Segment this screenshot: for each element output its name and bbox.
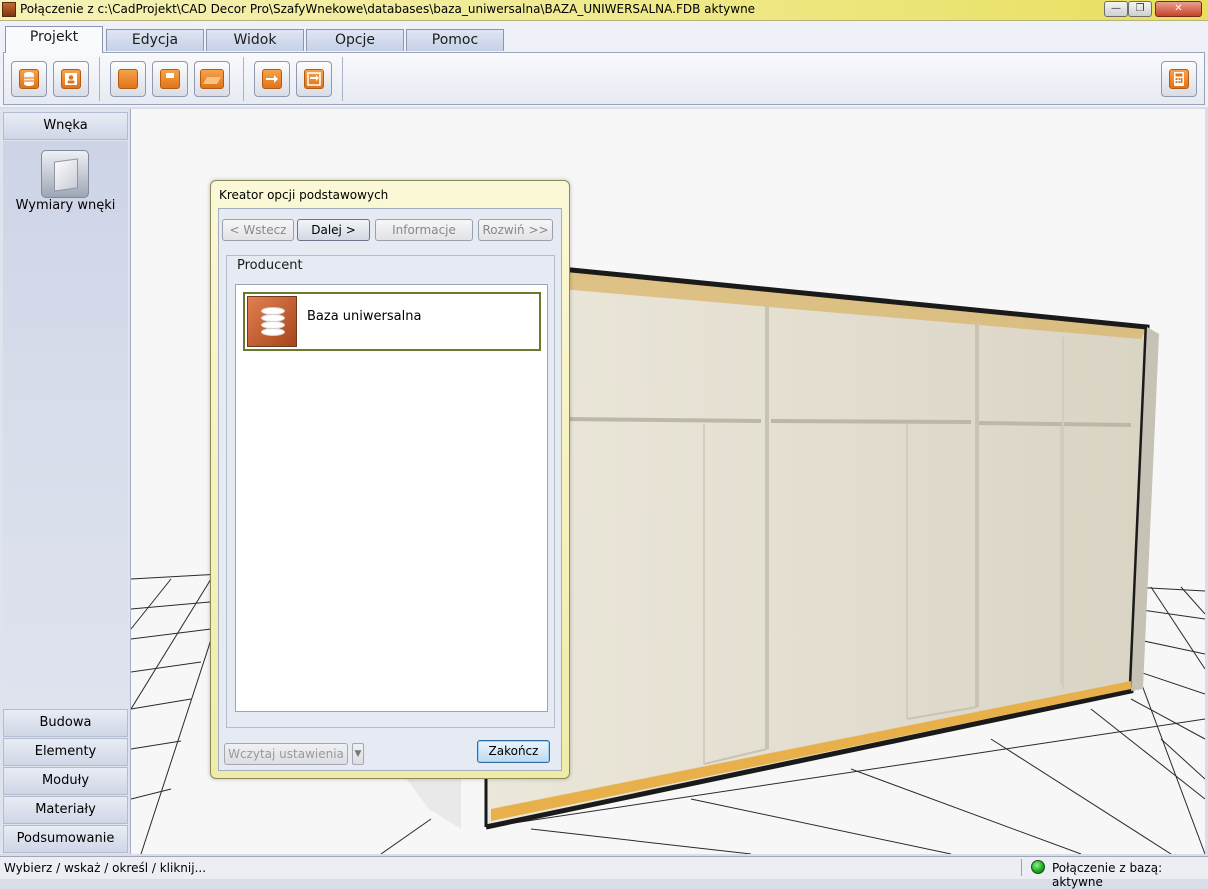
- group-label: Producent: [237, 258, 303, 273]
- tab-widok[interactable]: Widok: [206, 29, 304, 51]
- back-button[interactable]: < Wstecz: [222, 219, 294, 241]
- close-icon: ✕: [1174, 3, 1183, 14]
- export-button[interactable]: [254, 61, 290, 97]
- toolbar-separator: [243, 57, 244, 101]
- sidebar-section-budowa[interactable]: Budowa: [3, 709, 128, 737]
- expand-button[interactable]: Rozwiń >>: [478, 219, 553, 241]
- open-folder-icon: [200, 69, 224, 89]
- new-document-icon: [118, 69, 138, 89]
- status-bar: Wybierz / wskaż / określ / kliknij... Po…: [0, 856, 1208, 889]
- list-item-label: Baza uniwersalna: [307, 309, 422, 324]
- sidebar-items: Wymiary wnęki: [3, 141, 128, 707]
- calculator-button[interactable]: [1161, 61, 1197, 97]
- status-divider: [1021, 859, 1022, 876]
- connection-status-icon: [1031, 860, 1045, 874]
- ribbon-tabs: Projekt Edycja Widok Opcje Pomoc: [0, 21, 1208, 53]
- wizard-dialog: Kreator opcji podstawowych < Wstecz Dale…: [210, 180, 570, 779]
- import-export-icon: [304, 69, 324, 89]
- database-icon: [247, 296, 297, 347]
- sidebar-section-materialy[interactable]: Materiały: [3, 796, 128, 824]
- tab-opcje[interactable]: Opcje: [306, 29, 404, 51]
- minimize-icon: —: [1111, 3, 1121, 14]
- chevron-down-icon: ▼: [354, 749, 362, 759]
- next-button[interactable]: Dalej >: [297, 219, 370, 241]
- import-export-button[interactable]: [296, 61, 332, 97]
- toolbar-separator: [99, 57, 100, 101]
- sidebar-section-moduly[interactable]: Moduły: [3, 767, 128, 795]
- connection-status: Połączenie z bazą: aktywne: [1052, 861, 1163, 889]
- minimize-button[interactable]: —: [1104, 1, 1128, 17]
- sidebar: Wnęka Wymiary wnęki Budowa Elementy Modu…: [0, 109, 131, 854]
- finish-button[interactable]: Zakończ: [477, 740, 550, 763]
- sidebar-section-elementy[interactable]: Elementy: [3, 738, 128, 766]
- tab-projekt[interactable]: Projekt: [5, 26, 103, 53]
- status-hint: Wybierz / wskaż / określ / kliknij...: [4, 861, 207, 875]
- info-button[interactable]: Informacje: [375, 219, 473, 241]
- producer-group: Producent Baza uniwersalna: [226, 255, 555, 728]
- database-button[interactable]: [11, 61, 47, 97]
- calculator-icon: [1169, 69, 1189, 89]
- toolbar: [3, 52, 1205, 105]
- new-document-button[interactable]: [110, 61, 146, 97]
- title-bar: Połączenie z c:\CadProjekt\CAD Decor Pro…: [0, 0, 1208, 21]
- sidebar-item-wymiary-wneki[interactable]: Wymiary wnęki: [3, 198, 128, 213]
- producer-list[interactable]: Baza uniwersalna: [235, 284, 548, 712]
- tab-edycja[interactable]: Edycja: [106, 29, 204, 51]
- sidebar-section-wneka[interactable]: Wnęka: [3, 112, 128, 140]
- load-settings-button[interactable]: Wczytaj ustawienia: [224, 743, 348, 765]
- tab-pomoc[interactable]: Pomoc: [406, 29, 504, 51]
- ribbon: Projekt Edycja Widok Opcje Pomoc: [0, 21, 1208, 107]
- toolbar-separator: [342, 57, 343, 101]
- dialog-title: Kreator opcji podstawowych: [219, 188, 389, 202]
- save-button[interactable]: [152, 61, 188, 97]
- list-item[interactable]: Baza uniwersalna: [243, 292, 541, 351]
- load-settings-dropdown[interactable]: ▼: [352, 743, 364, 765]
- export-icon: [262, 69, 282, 89]
- app-icon: [2, 2, 16, 17]
- user-card-icon: [61, 69, 81, 89]
- maximize-button[interactable]: ❐: [1128, 1, 1152, 17]
- database-icon: [19, 69, 39, 89]
- sidebar-section-podsumowanie[interactable]: Podsumowanie: [3, 825, 128, 853]
- cabinet-icon[interactable]: [41, 150, 89, 198]
- save-icon: [160, 69, 180, 89]
- close-button[interactable]: ✕: [1155, 1, 1202, 17]
- open-folder-button[interactable]: [194, 61, 230, 97]
- restore-icon: ❐: [1135, 3, 1145, 14]
- dialog-body: < Wstecz Dalej > Informacje Rozwiń >> Pr…: [218, 208, 562, 771]
- window-title: Połączenie z c:\CadProjekt\CAD Decor Pro…: [20, 2, 756, 16]
- wardrobe-interior: [486, 269, 1147, 827]
- user-card-button[interactable]: [53, 61, 89, 97]
